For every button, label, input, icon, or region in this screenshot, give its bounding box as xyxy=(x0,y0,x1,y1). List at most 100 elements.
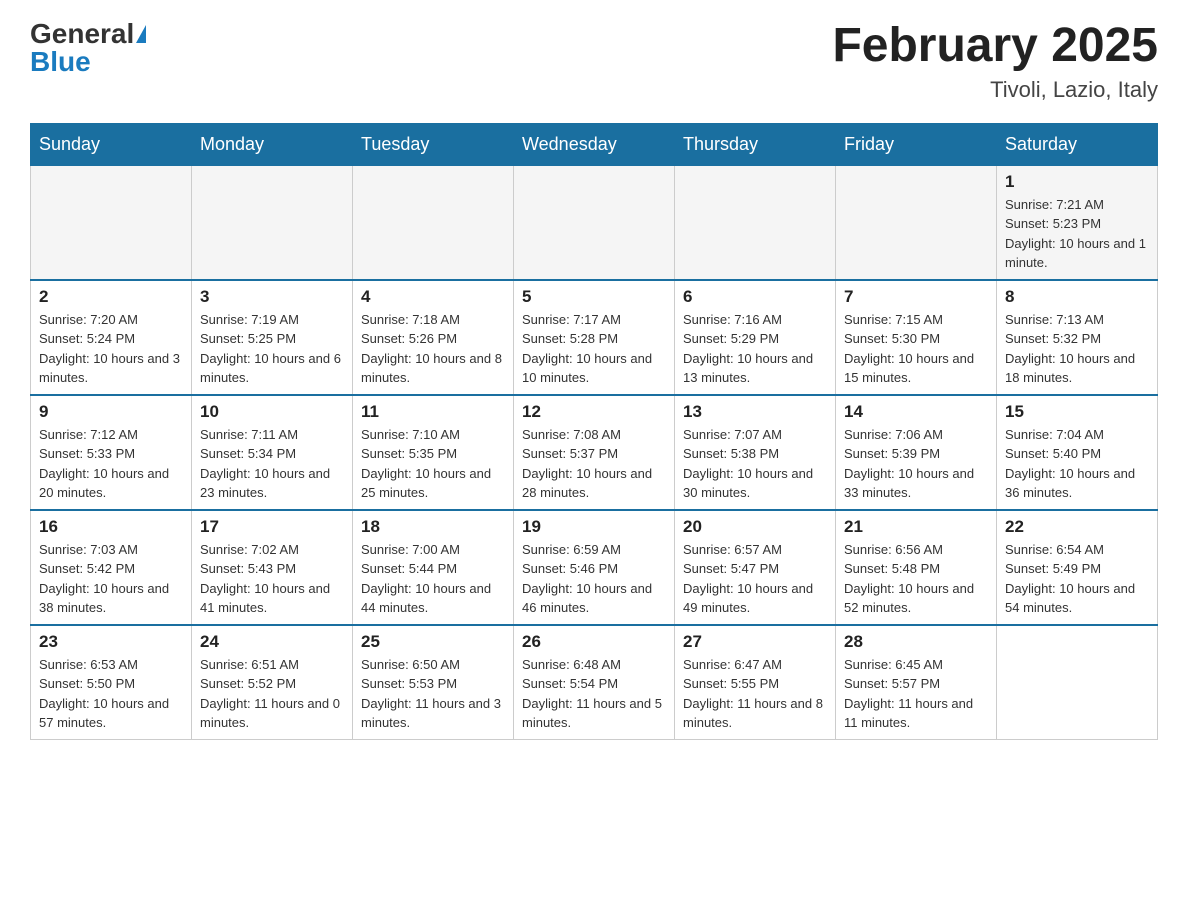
calendar-day-cell: 8 Sunrise: 7:13 AMSunset: 5:32 PMDaylight… xyxy=(997,280,1158,395)
day-of-week-header: Monday xyxy=(192,123,353,165)
day-info: Sunrise: 7:10 AMSunset: 5:35 PMDaylight:… xyxy=(361,425,505,503)
calendar-day-cell: 9 Sunrise: 7:12 AMSunset: 5:33 PMDaylight… xyxy=(31,395,192,510)
calendar-day-cell: 7 Sunrise: 7:15 AMSunset: 5:30 PMDaylight… xyxy=(836,280,997,395)
calendar-day-cell: 2 Sunrise: 7:20 AMSunset: 5:24 PMDaylight… xyxy=(31,280,192,395)
day-info: Sunrise: 6:53 AMSunset: 5:50 PMDaylight:… xyxy=(39,655,183,733)
day-info: Sunrise: 7:06 AMSunset: 5:39 PMDaylight:… xyxy=(844,425,988,503)
calendar-day-cell: 25 Sunrise: 6:50 AMSunset: 5:53 PMDayligh… xyxy=(353,625,514,740)
day-number: 11 xyxy=(361,402,505,422)
location-subtitle: Tivoli, Lazio, Italy xyxy=(832,77,1158,103)
logo-triangle-icon xyxy=(136,25,146,43)
day-number: 16 xyxy=(39,517,183,537)
calendar-day-cell: 11 Sunrise: 7:10 AMSunset: 5:35 PMDayligh… xyxy=(353,395,514,510)
day-number: 22 xyxy=(1005,517,1149,537)
calendar-day-cell xyxy=(514,165,675,280)
page-header: General Blue February 2025 Tivoli, Lazio… xyxy=(30,20,1158,103)
day-info: Sunrise: 6:47 AMSunset: 5:55 PMDaylight:… xyxy=(683,655,827,733)
day-number: 12 xyxy=(522,402,666,422)
day-info: Sunrise: 7:12 AMSunset: 5:33 PMDaylight:… xyxy=(39,425,183,503)
calendar-day-cell: 4 Sunrise: 7:18 AMSunset: 5:26 PMDaylight… xyxy=(353,280,514,395)
month-title: February 2025 xyxy=(832,20,1158,73)
calendar-day-cell xyxy=(192,165,353,280)
day-info: Sunrise: 6:50 AMSunset: 5:53 PMDaylight:… xyxy=(361,655,505,733)
calendar-day-cell: 23 Sunrise: 6:53 AMSunset: 5:50 PMDayligh… xyxy=(31,625,192,740)
day-number: 19 xyxy=(522,517,666,537)
calendar-day-cell: 17 Sunrise: 7:02 AMSunset: 5:43 PMDayligh… xyxy=(192,510,353,625)
day-number: 21 xyxy=(844,517,988,537)
logo-blue-text: Blue xyxy=(30,48,91,76)
calendar-day-cell: 27 Sunrise: 6:47 AMSunset: 5:55 PMDayligh… xyxy=(675,625,836,740)
calendar-week-row: 9 Sunrise: 7:12 AMSunset: 5:33 PMDaylight… xyxy=(31,395,1158,510)
day-info: Sunrise: 7:13 AMSunset: 5:32 PMDaylight:… xyxy=(1005,310,1149,388)
days-header-row: SundayMondayTuesdayWednesdayThursdayFrid… xyxy=(31,123,1158,165)
day-number: 2 xyxy=(39,287,183,307)
calendar-day-cell: 3Sunrise: 7:19 AMSunset: 5:25 PMDaylight… xyxy=(192,280,353,395)
day-info: Sunrise: 7:08 AMSunset: 5:37 PMDaylight:… xyxy=(522,425,666,503)
day-info: Sunrise: 6:56 AMSunset: 5:48 PMDaylight:… xyxy=(844,540,988,618)
day-number: 9 xyxy=(39,402,183,422)
calendar-day-cell: 1 Sunrise: 7:21 AMSunset: 5:23 PMDaylight… xyxy=(997,165,1158,280)
title-area: February 2025 Tivoli, Lazio, Italy xyxy=(832,20,1158,103)
day-of-week-header: Friday xyxy=(836,123,997,165)
calendar-day-cell: 26 Sunrise: 6:48 AMSunset: 5:54 PMDayligh… xyxy=(514,625,675,740)
day-info: Sunrise: 7:07 AMSunset: 5:38 PMDaylight:… xyxy=(683,425,827,503)
logo: General Blue xyxy=(30,20,146,76)
day-number: 1 xyxy=(1005,172,1149,192)
day-number: 15 xyxy=(1005,402,1149,422)
calendar-day-cell xyxy=(675,165,836,280)
calendar-day-cell xyxy=(836,165,997,280)
day-info: Sunrise: 7:20 AMSunset: 5:24 PMDaylight:… xyxy=(39,310,183,388)
calendar-day-cell xyxy=(353,165,514,280)
day-info: Sunrise: 7:21 AMSunset: 5:23 PMDaylight:… xyxy=(1005,195,1149,273)
day-info: Sunrise: 6:59 AMSunset: 5:46 PMDaylight:… xyxy=(522,540,666,618)
day-number: 20 xyxy=(683,517,827,537)
day-number: 5 xyxy=(522,287,666,307)
day-info: Sunrise: 6:54 AMSunset: 5:49 PMDaylight:… xyxy=(1005,540,1149,618)
calendar-week-row: 16 Sunrise: 7:03 AMSunset: 5:42 PMDayligh… xyxy=(31,510,1158,625)
day-number: 24 xyxy=(200,632,344,652)
day-number: 4 xyxy=(361,287,505,307)
day-info: Sunrise: 7:15 AMSunset: 5:30 PMDaylight:… xyxy=(844,310,988,388)
calendar-day-cell: 24 Sunrise: 6:51 AMSunset: 5:52 PMDayligh… xyxy=(192,625,353,740)
calendar-day-cell: 5 Sunrise: 7:17 AMSunset: 5:28 PMDaylight… xyxy=(514,280,675,395)
day-info: Sunrise: 7:02 AMSunset: 5:43 PMDaylight:… xyxy=(200,540,344,618)
day-of-week-header: Sunday xyxy=(31,123,192,165)
day-info: Sunrise: 7:00 AMSunset: 5:44 PMDaylight:… xyxy=(361,540,505,618)
day-of-week-header: Thursday xyxy=(675,123,836,165)
calendar-day-cell: 21 Sunrise: 6:56 AMSunset: 5:48 PMDayligh… xyxy=(836,510,997,625)
calendar-day-cell: 19 Sunrise: 6:59 AMSunset: 5:46 PMDayligh… xyxy=(514,510,675,625)
day-info: Sunrise: 6:51 AMSunset: 5:52 PMDaylight:… xyxy=(200,655,344,733)
day-info: Sunrise: 7:19 AMSunset: 5:25 PMDaylight:… xyxy=(200,310,344,388)
day-number: 14 xyxy=(844,402,988,422)
day-info: Sunrise: 7:18 AMSunset: 5:26 PMDaylight:… xyxy=(361,310,505,388)
day-info: Sunrise: 7:03 AMSunset: 5:42 PMDaylight:… xyxy=(39,540,183,618)
day-number: 27 xyxy=(683,632,827,652)
day-info: Sunrise: 6:45 AMSunset: 5:57 PMDaylight:… xyxy=(844,655,988,733)
day-info: Sunrise: 7:16 AMSunset: 5:29 PMDaylight:… xyxy=(683,310,827,388)
day-info: Sunrise: 7:17 AMSunset: 5:28 PMDaylight:… xyxy=(522,310,666,388)
calendar-day-cell: 22 Sunrise: 6:54 AMSunset: 5:49 PMDayligh… xyxy=(997,510,1158,625)
day-number: 17 xyxy=(200,517,344,537)
calendar-day-cell: 10 Sunrise: 7:11 AMSunset: 5:34 PMDayligh… xyxy=(192,395,353,510)
day-number: 25 xyxy=(361,632,505,652)
day-number: 10 xyxy=(200,402,344,422)
day-number: 8 xyxy=(1005,287,1149,307)
calendar-week-row: 23 Sunrise: 6:53 AMSunset: 5:50 PMDayligh… xyxy=(31,625,1158,740)
day-number: 23 xyxy=(39,632,183,652)
calendar-day-cell: 16 Sunrise: 7:03 AMSunset: 5:42 PMDayligh… xyxy=(31,510,192,625)
day-info: Sunrise: 7:04 AMSunset: 5:40 PMDaylight:… xyxy=(1005,425,1149,503)
day-info: Sunrise: 6:48 AMSunset: 5:54 PMDaylight:… xyxy=(522,655,666,733)
day-of-week-header: Tuesday xyxy=(353,123,514,165)
calendar-day-cell: 18Sunrise: 7:00 AMSunset: 5:44 PMDayligh… xyxy=(353,510,514,625)
day-number: 7 xyxy=(844,287,988,307)
day-number: 13 xyxy=(683,402,827,422)
day-info: Sunrise: 7:11 AMSunset: 5:34 PMDaylight:… xyxy=(200,425,344,503)
calendar-day-cell: 12 Sunrise: 7:08 AMSunset: 5:37 PMDayligh… xyxy=(514,395,675,510)
calendar-day-cell: 14 Sunrise: 7:06 AMSunset: 5:39 PMDayligh… xyxy=(836,395,997,510)
calendar-day-cell: 6Sunrise: 7:16 AMSunset: 5:29 PMDaylight… xyxy=(675,280,836,395)
logo-general-text: General xyxy=(30,20,134,48)
calendar-day-cell: 28 Sunrise: 6:45 AMSunset: 5:57 PMDayligh… xyxy=(836,625,997,740)
day-number: 26 xyxy=(522,632,666,652)
day-number: 28 xyxy=(844,632,988,652)
calendar-week-row: 2 Sunrise: 7:20 AMSunset: 5:24 PMDaylight… xyxy=(31,280,1158,395)
